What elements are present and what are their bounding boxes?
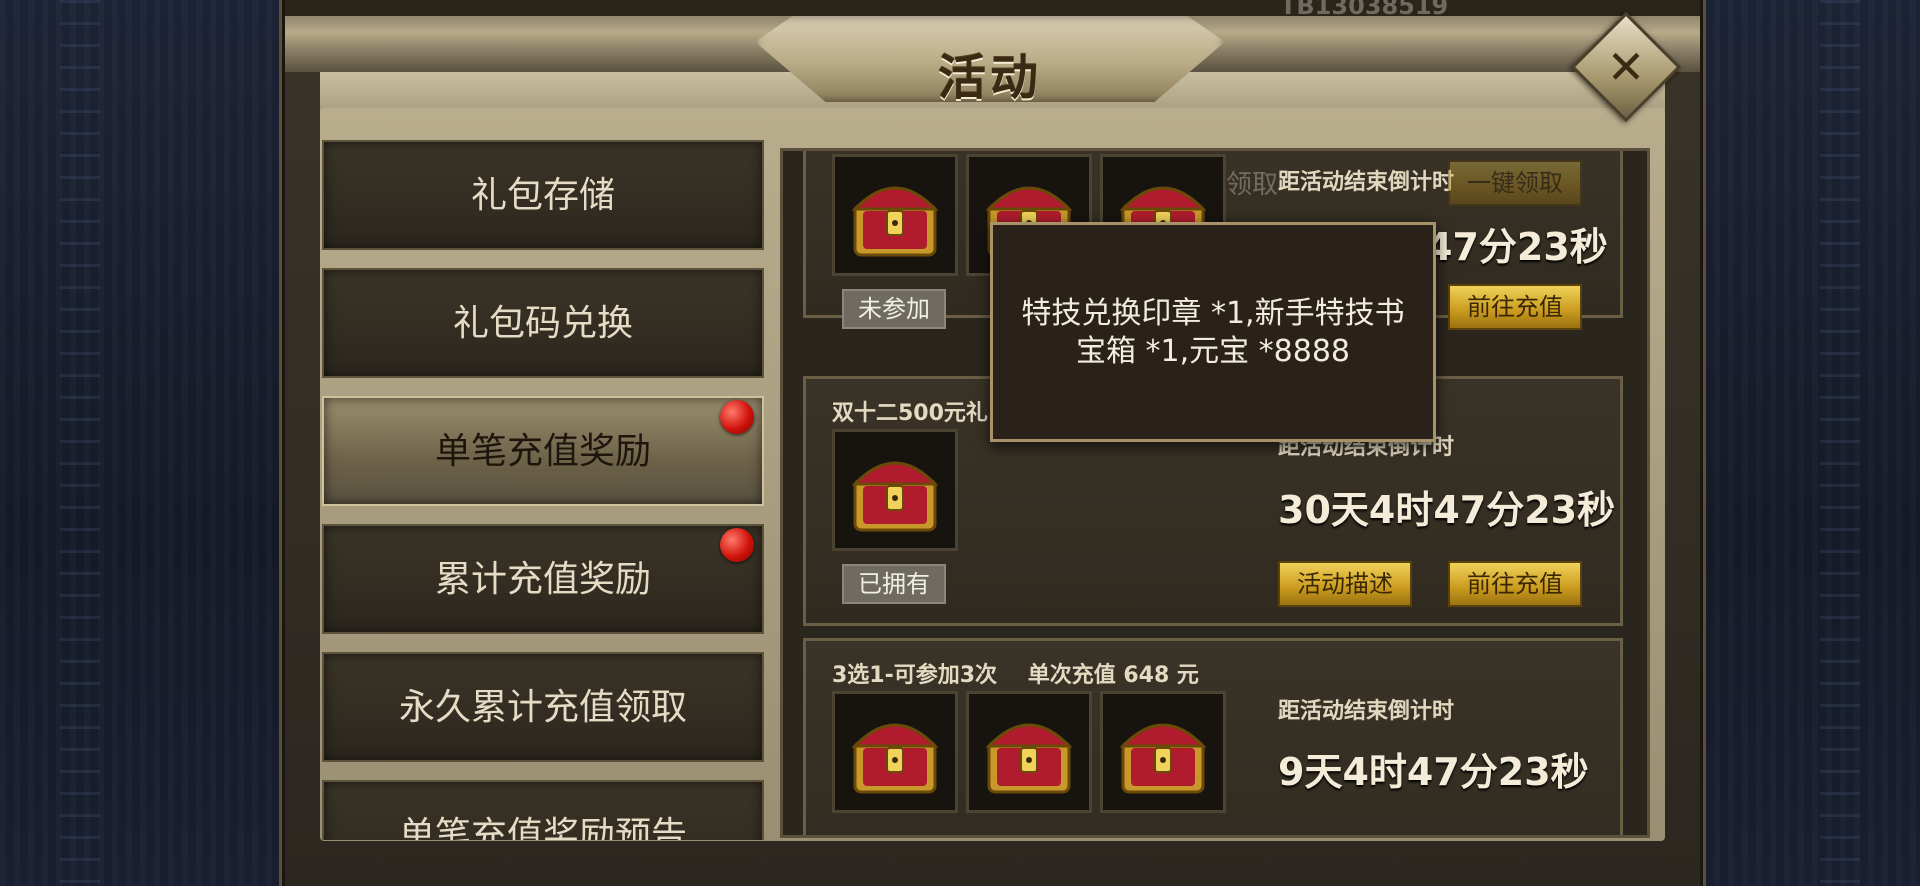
- claim-label: 领取: [1226, 170, 1279, 200]
- title-plate: 活动: [755, 16, 1225, 102]
- reward-slot[interactable]: [832, 154, 958, 276]
- countdown-value: 47分23秒: [1426, 225, 1608, 269]
- countdown-label: 距活动结束倒计时: [1278, 699, 1455, 724]
- background-left: [0, 0, 285, 886]
- sidebar-item-label: 单笔充值奖励预告: [398, 815, 687, 840]
- status-badge: 已拥有: [842, 564, 946, 604]
- countdown-label: 距活动结束倒计时: [1278, 170, 1455, 195]
- treasure-chest-icon: [851, 723, 939, 794]
- countdown-value: 9天4时47分23秒: [1278, 750, 1589, 794]
- card-title: 双十二500元礼: [832, 401, 988, 426]
- background-ornament: [60, 0, 100, 886]
- panel-header-strip: TB13038519: [285, 0, 1700, 20]
- sidebar-item-label: 礼包码兑换: [452, 303, 633, 344]
- sidebar-item-single-recharge-preview[interactable]: 单笔充值奖励预告: [322, 780, 764, 840]
- treasure-chest-icon: [1119, 723, 1207, 794]
- reward-slot[interactable]: [832, 429, 958, 551]
- activity-sidebar: 礼包存储 礼包码兑换 单笔充值奖励 累计充值奖励 永久累计充值领取 单笔充值奖励…: [322, 140, 766, 840]
- sidebar-item-label: 永久累计充值领取: [398, 687, 687, 728]
- reward-slot[interactable]: [1100, 691, 1226, 813]
- treasure-chest-icon: [985, 723, 1073, 794]
- activity-description-button[interactable]: 活动描述: [1278, 561, 1412, 607]
- background-right: [1700, 0, 1920, 886]
- countdown-value: 30天4时47分23秒: [1278, 488, 1616, 532]
- close-icon[interactable]: ✕: [1587, 28, 1665, 106]
- reward-tooltip: 特技兑换印章 *1,新手特技书宝箱 *1,元宝 *8888: [990, 222, 1436, 442]
- treasure-chest-icon: [851, 461, 939, 532]
- sidebar-item-gift-code[interactable]: 礼包码兑换: [322, 268, 764, 378]
- background-ornament: [1820, 0, 1860, 886]
- reward-slot[interactable]: [832, 691, 958, 813]
- claim-all-button[interactable]: 一键领取: [1448, 160, 1582, 206]
- sidebar-item-label: 单笔充值奖励: [434, 431, 651, 472]
- sidebar-item-gift-storage[interactable]: 礼包存储: [322, 140, 764, 250]
- notification-badge: [720, 400, 754, 434]
- status-badge: 未参加: [842, 289, 946, 329]
- background-id-text: TB13038519: [1280, 0, 1449, 20]
- sidebar-item-label: 礼包存储: [470, 175, 615, 216]
- tooltip-text: 特技兑换印章 *1,新手特技书宝箱 *1,元宝 *8888: [1021, 296, 1405, 369]
- reward-slot[interactable]: [966, 691, 1092, 813]
- activity-card: 3选1-可参加3次 单次充值 648 元 距活动结束倒计时 9天4时47分23秒: [803, 638, 1623, 835]
- sidebar-item-single-recharge[interactable]: 单笔充值奖励: [322, 396, 764, 506]
- sidebar-item-cumulative-recharge[interactable]: 累计充值奖励: [322, 524, 764, 634]
- go-recharge-button[interactable]: 前往充值: [1448, 561, 1582, 607]
- treasure-chest-icon: [851, 186, 939, 257]
- go-recharge-button[interactable]: 前往充值: [1448, 284, 1582, 330]
- sidebar-item-permanent-cumulative[interactable]: 永久累计充值领取: [322, 652, 764, 762]
- notification-badge: [720, 528, 754, 562]
- page-title: 活动: [937, 50, 1042, 106]
- card-title: 3选1-可参加3次 单次充值 648 元: [832, 663, 1199, 688]
- sidebar-item-label: 累计充值奖励: [434, 559, 651, 600]
